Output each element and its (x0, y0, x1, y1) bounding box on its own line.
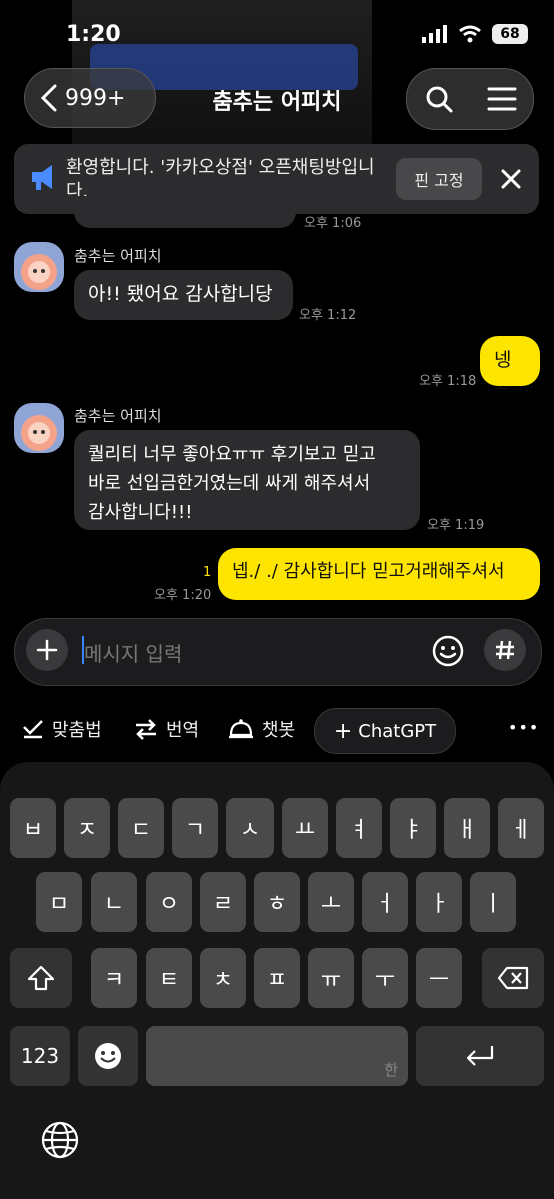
key[interactable]: ㅗ (308, 872, 354, 932)
message-line: 퀄리티 너무 좋아요ㅠㅠ 후기보고 믿고 (88, 444, 376, 465)
checkmark-icon (23, 720, 43, 739)
message-time: 오후 1:06 (304, 216, 362, 231)
key[interactable]: ㅂ (10, 798, 56, 858)
message-time: 오후 1:18 (419, 374, 477, 389)
key[interactable]: ㅠ (308, 948, 354, 1008)
message-line: 감사합니다!!! (88, 502, 193, 523)
key[interactable]: ㅍ (254, 948, 300, 1008)
megaphone-icon (32, 165, 52, 190)
numbers-key[interactable]: 123 (10, 1026, 70, 1086)
key[interactable]: ㅣ (470, 872, 516, 932)
space-key[interactable]: 한 (146, 1026, 408, 1086)
key[interactable]: ㅎ (254, 872, 300, 932)
key[interactable]: ㅏ (416, 872, 462, 932)
translate-label: 번역 (166, 720, 200, 741)
key[interactable]: ㅔ (498, 798, 544, 858)
key[interactable]: ㅑ (390, 798, 436, 858)
backspace-icon (497, 966, 529, 990)
plus-icon (36, 639, 58, 661)
message-time: 오후 1:12 (299, 308, 357, 323)
chatbot-tool[interactable]: 챗봇 (228, 716, 295, 742)
key[interactable]: ㅓ (362, 872, 408, 932)
close-icon[interactable] (500, 168, 522, 190)
pin-button[interactable]: 핀 고정 (396, 158, 482, 200)
header-actions (406, 68, 534, 130)
space-key-hint: 한 (384, 1061, 398, 1079)
return-key[interactable] (416, 1026, 544, 1086)
wifi-icon (459, 25, 481, 43)
unread-indicator: 1 (203, 565, 212, 580)
more-options-icon[interactable]: ••• (508, 718, 539, 737)
sender-name: 춤추는 어피치 (74, 247, 162, 265)
search-icon[interactable] (424, 84, 454, 114)
key[interactable]: ㅌ (146, 948, 192, 1008)
spellcheck-label: 맞춤법 (52, 720, 102, 741)
emoji-key[interactable] (78, 1026, 138, 1086)
key[interactable]: ㄴ (91, 872, 137, 932)
message-time: 오후 1:19 (427, 518, 485, 533)
key[interactable]: ㅈ (64, 798, 110, 858)
message-bubble-mine[interactable]: 넹~ (480, 336, 540, 399)
message-bubble[interactable]: 아!! 됐어요 감사합니당 (74, 270, 293, 320)
shift-key[interactable] (10, 948, 72, 1008)
emoji-icon (95, 1043, 121, 1069)
key[interactable]: ㅕ (336, 798, 382, 858)
message-bubble[interactable]: 퀄리티 너무 좋아요ㅠㅠ 후기보고 믿고 바로 선입금한거였는데 싸게 해주셔서… (74, 430, 420, 530)
key[interactable]: ㅛ (282, 798, 328, 858)
message-bubble-mine[interactable]: 넵./ ./ 감사합니다 믿고거래해주셔서 (218, 548, 540, 600)
key[interactable]: ㅊ (200, 948, 246, 1008)
key[interactable]: ㅅ (226, 798, 274, 858)
key[interactable]: ㄹ (200, 872, 246, 932)
key[interactable]: ㄷ (118, 798, 164, 858)
backspace-key[interactable] (482, 948, 544, 1008)
key[interactable]: ㅐ (444, 798, 490, 858)
message-bubble-hidden (74, 196, 296, 228)
key[interactable]: ㅇ (146, 872, 192, 932)
translate-tool[interactable]: 번역 (134, 716, 199, 742)
plus-icon: + (333, 718, 353, 744)
chatbot-label: 챗봇 (262, 720, 296, 741)
shift-icon (27, 965, 55, 991)
hashtag-button[interactable] (484, 629, 526, 671)
return-icon (466, 1046, 494, 1066)
menu-icon[interactable] (487, 86, 517, 112)
key[interactable]: ㅁ (36, 872, 82, 932)
emoji-icon[interactable] (432, 635, 464, 667)
status-time: 1:20 (66, 22, 121, 47)
globe-icon[interactable] (40, 1120, 80, 1160)
avatar[interactable] (14, 242, 64, 292)
message-time: 오후 1:20 (154, 588, 212, 603)
message-input[interactable]: 메시지 입력 (84, 638, 182, 667)
attach-button[interactable] (26, 629, 68, 671)
sender-name: 춤추는 어피치 (74, 407, 162, 425)
key[interactable]: ㅜ (362, 948, 408, 1008)
key[interactable]: ㅡ (416, 948, 462, 1008)
signal-icon (422, 25, 447, 43)
message-line: 바로 선입금한거였는데 싸게 해주셔서 (88, 473, 371, 494)
spellcheck-tool[interactable]: 맞춤법 (22, 716, 102, 742)
bell-service-icon (229, 719, 253, 739)
avatar[interactable] (14, 403, 64, 453)
hashtag-icon (496, 640, 514, 660)
status-icons: 68 (422, 24, 528, 44)
battery-indicator: 68 (492, 24, 528, 44)
chatgpt-button[interactable]: + ChatGPT (314, 708, 456, 754)
key[interactable]: ㄱ (172, 798, 218, 858)
swap-arrows-icon (136, 719, 156, 740)
key[interactable]: ㅋ (91, 948, 137, 1008)
chatgpt-label: ChatGPT (358, 720, 437, 742)
